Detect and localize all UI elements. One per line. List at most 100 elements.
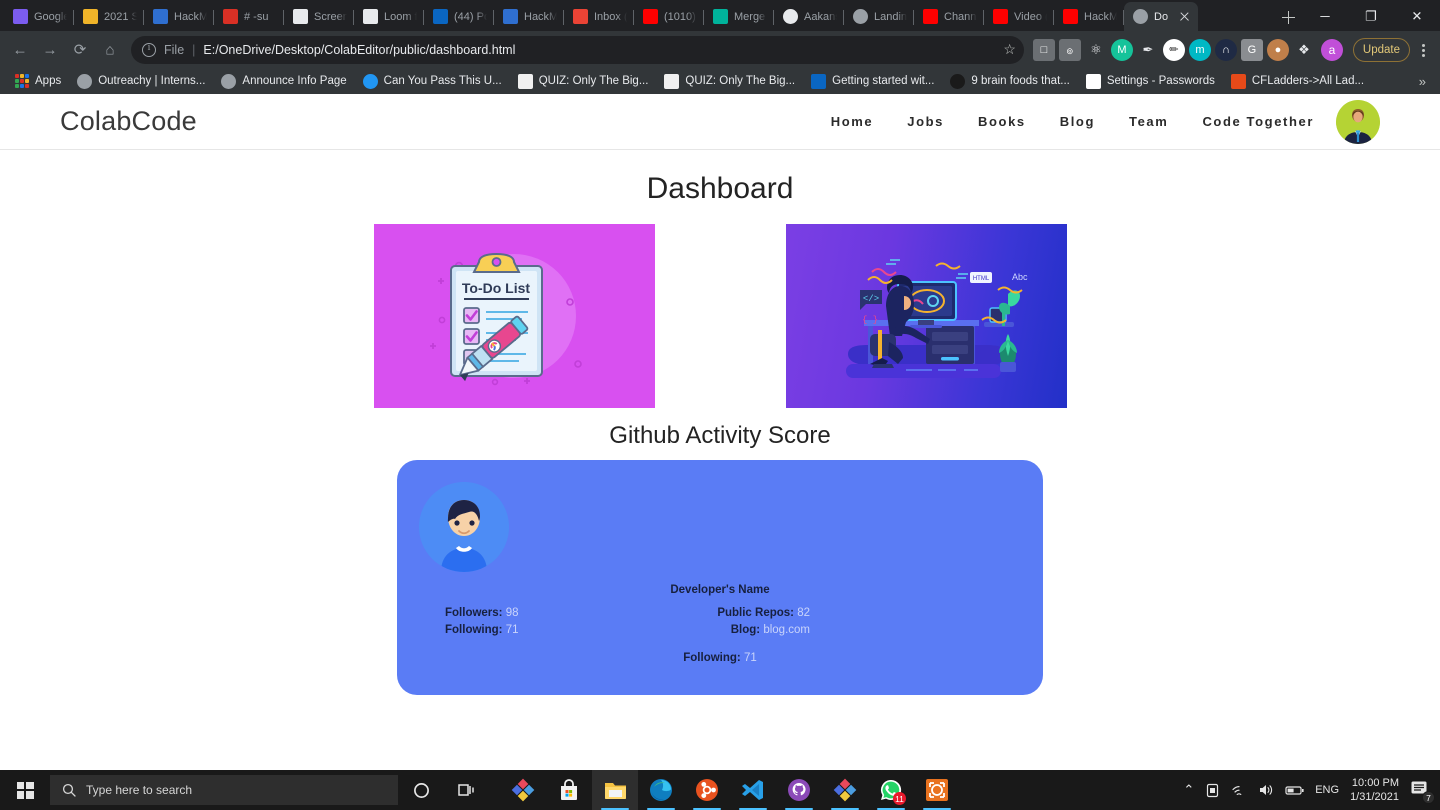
url-scheme-label: File [164, 42, 185, 57]
volume-icon[interactable] [1258, 783, 1274, 797]
battery-icon[interactable] [1285, 785, 1304, 796]
taskbar-app-microsoft-edge[interactable] [638, 770, 684, 810]
tab-close-button[interactable] [1178, 10, 1191, 23]
bookmark-item[interactable]: Outreachy | Interns... [70, 71, 212, 92]
globe-icon [1133, 9, 1148, 24]
tab-title: Loom f [384, 10, 417, 23]
new-badge-icon[interactable]: ∩ [1214, 38, 1237, 61]
dashboard-cards: To-Do List HTML Abc </> {} [0, 224, 1440, 408]
browser-tab[interactable]: Google [4, 2, 74, 31]
bookmark-item[interactable]: Apps [8, 71, 68, 91]
page-info-icon[interactable] [142, 42, 156, 57]
maximize-button[interactable]: ❐ [1348, 0, 1394, 31]
nav-link-blog[interactable]: Blog [1060, 114, 1095, 129]
back-button[interactable]: ← [6, 36, 34, 64]
page-viewport: ColabCode Home Jobs Books Blog Team Code Toge… [0, 94, 1440, 770]
browser-tab[interactable]: HackM [144, 2, 214, 31]
browser-tab[interactable]: Loom f [354, 2, 424, 31]
bookmark-item[interactable]: Settings - Passwords [1079, 71, 1222, 92]
site-brand[interactable]: ColabCode [60, 106, 197, 137]
microsoft-edge-icon [649, 778, 673, 802]
bookmark-item[interactable]: Can You Pass This U... [356, 71, 509, 92]
bookmark-item[interactable]: QUIZ: Only The Big... [511, 71, 656, 92]
nav-link-code-together[interactable]: Code Together [1202, 114, 1314, 129]
nav-link-team[interactable]: Team [1129, 114, 1168, 129]
browser-tab[interactable]: HackM [1054, 2, 1124, 31]
close-window-button[interactable]: ✕ [1394, 0, 1440, 31]
taskbar-app-office[interactable] [822, 770, 868, 810]
start-button[interactable] [2, 770, 48, 810]
stat-value: 82 [797, 607, 810, 619]
gmail-icon [573, 9, 588, 24]
reload-button[interactable]: ⟳ [66, 36, 94, 64]
onedrive-icon[interactable] [1205, 783, 1220, 798]
minimize-button[interactable]: ─ [1302, 0, 1348, 31]
nav-link-jobs[interactable]: Jobs [907, 114, 944, 129]
browser-tab[interactable]: Do [1124, 2, 1198, 31]
linkedin-icon [433, 9, 448, 24]
home-button[interactable]: ⌂ [96, 36, 124, 64]
taskbar-app-screen-recorder[interactable] [914, 770, 960, 810]
browser-tab[interactable]: Landin [844, 2, 914, 31]
browser-tab[interactable]: (1010) [634, 2, 704, 31]
bookmark-item[interactable]: 9 brain foods that... [943, 71, 1076, 92]
nav-link-books[interactable]: Books [978, 114, 1026, 129]
browser-tab[interactable]: # -su [214, 2, 284, 31]
forward-button[interactable]: → [36, 36, 64, 64]
browser-tab[interactable]: Aakans [774, 2, 844, 31]
browser-tab[interactable]: Merge [704, 2, 774, 31]
browser-tab[interactable]: Screen [284, 2, 354, 31]
reader-extension-icon[interactable]: ๏ [1058, 38, 1081, 61]
taskbar-search[interactable]: Type here to search [50, 775, 398, 805]
highlighter-icon[interactable]: ✏ [1162, 38, 1185, 61]
cookie-manager-icon[interactable]: ● [1266, 38, 1289, 61]
file-explorer-icon [603, 778, 628, 803]
notification-center-button[interactable]: 7 [1410, 779, 1435, 804]
grammarly-icon[interactable]: M [1110, 38, 1133, 61]
google-translate-icon[interactable]: G [1240, 38, 1263, 61]
taskbar-app-office[interactable] [500, 770, 546, 810]
taskbar-app-ubuntu[interactable] [684, 770, 730, 810]
bookmarks-overflow-button[interactable]: » [1413, 74, 1432, 89]
bookmark-item[interactable]: Announce Info Page [214, 71, 353, 92]
browser-tab[interactable]: HackM [494, 2, 564, 31]
bookmark-item[interactable]: CFLadders->All Lad... [1224, 71, 1371, 92]
todo-list-card[interactable]: To-Do List [373, 224, 655, 408]
browser-tab[interactable]: 2021 S [74, 2, 144, 31]
bookmark-label: CFLadders->All Lad... [1251, 75, 1365, 87]
address-bar[interactable]: File | E:/OneDrive/Desktop/ColabEditor/p… [131, 35, 1024, 64]
browser-tab[interactable]: Video ( [984, 2, 1054, 31]
browser-menu-button[interactable] [1412, 38, 1434, 62]
update-button[interactable]: Update [1352, 37, 1410, 62]
react-devtools-icon[interactable]: ⚛ [1085, 39, 1107, 61]
nav-link-home[interactable]: Home [831, 114, 874, 129]
momentum-icon[interactable]: m [1188, 38, 1211, 61]
developer-workspace-illustration: HTML Abc </> { } [845, 259, 1028, 378]
profile-avatar-button[interactable]: a [1320, 38, 1343, 61]
extensions-puzzle-icon[interactable]: ❖ [1293, 39, 1315, 61]
wifi-icon[interactable] [1231, 784, 1247, 797]
task-view-button[interactable] [444, 770, 490, 810]
browser-tab[interactable]: (44) Po [424, 2, 494, 31]
taskbar-app-file-explorer[interactable] [592, 770, 638, 810]
new-tab-button[interactable] [1274, 3, 1302, 31]
clock[interactable]: 10:00 PM 1/31/2021 [1350, 776, 1399, 804]
bookmark-item[interactable]: Getting started wit... [804, 71, 941, 92]
bookmark-item[interactable]: QUIZ: Only The Big... [657, 71, 802, 92]
taskbar-app-github-desktop[interactable] [776, 770, 822, 810]
tray-expand-icon[interactable]: ⌃ [1183, 782, 1194, 798]
developer-workspace-card[interactable]: HTML Abc </> { } [785, 224, 1067, 408]
language-indicator[interactable]: ENG [1315, 784, 1339, 796]
taskbar-app-vs-code[interactable] [730, 770, 776, 810]
browser-tab[interactable]: Inbox ( [564, 2, 634, 31]
globe-icon [221, 73, 237, 89]
url-separator: | [192, 42, 196, 57]
cortana-button[interactable] [398, 770, 444, 810]
marker-pen-icon[interactable]: ✒ [1137, 39, 1159, 61]
taskbar-app-whatsapp[interactable]: 11 [868, 770, 914, 810]
pocket-extension-icon[interactable]: □ [1032, 38, 1055, 61]
taskbar-app-microsoft-store[interactable] [546, 770, 592, 810]
browser-tab[interactable]: Chann [914, 2, 984, 31]
bookmark-star-icon[interactable]: ☆ [995, 41, 1016, 58]
nav-user-avatar[interactable] [1336, 99, 1380, 144]
